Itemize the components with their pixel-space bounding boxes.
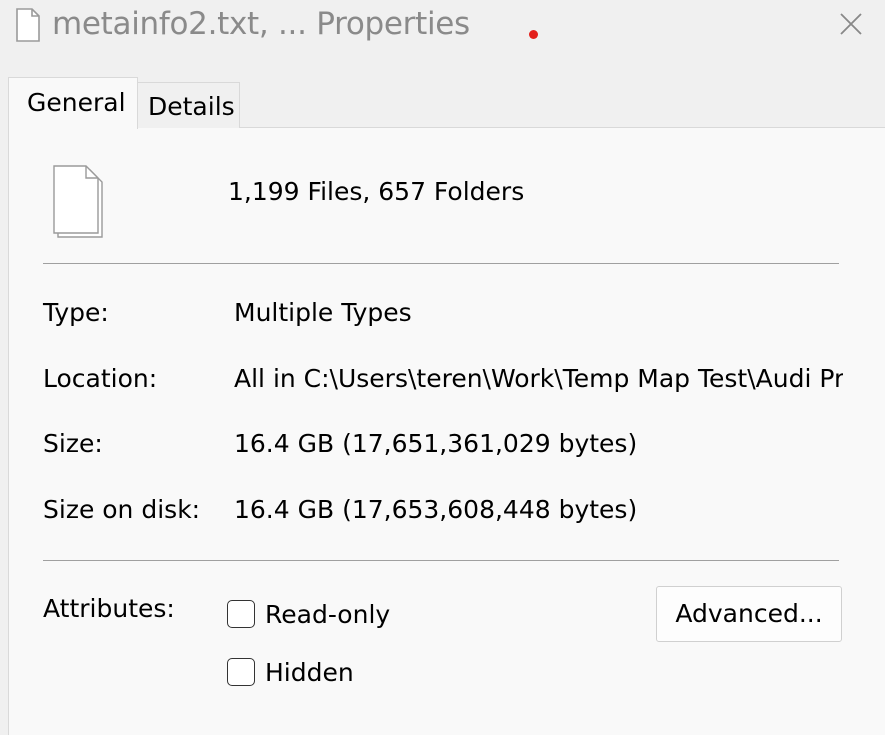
size-label: Size:: [43, 429, 103, 458]
selection-summary: 1,199 Files, 657 Folders: [228, 177, 525, 206]
multiple-documents-icon: [53, 165, 103, 238]
hidden-option[interactable]: Hidden: [227, 655, 354, 689]
location-label: Location:: [43, 364, 158, 393]
size-on-disk-label: Size on disk:: [43, 495, 201, 524]
divider: [43, 263, 839, 264]
window-title: metainfo2.txt, ... Properties: [52, 6, 470, 42]
type-label: Type:: [43, 298, 109, 327]
title-bar[interactable]: metainfo2.txt, ... Properties: [0, 0, 885, 60]
read-only-label[interactable]: Read-only: [265, 600, 390, 629]
cursor-dot: [529, 30, 538, 39]
close-icon: [840, 13, 862, 35]
divider: [43, 560, 839, 561]
type-value: Multiple Types: [234, 298, 412, 327]
location-value[interactable]: All in C:\Users\teren\Work\Temp Map Test…: [234, 364, 843, 393]
advanced-button[interactable]: Advanced...: [656, 586, 842, 642]
hidden-label[interactable]: Hidden: [265, 658, 354, 687]
hidden-checkbox[interactable]: [227, 658, 255, 686]
attributes-label: Attributes:: [43, 594, 175, 623]
size-on-disk-value: 16.4 GB (17,653,608,448 bytes): [234, 495, 638, 524]
read-only-option[interactable]: Read-only: [227, 597, 390, 631]
properties-window: metainfo2.txt, ... Properties General De…: [0, 0, 885, 735]
close-button[interactable]: [826, 0, 876, 50]
document-icon: [16, 8, 40, 42]
size-value: 16.4 GB (17,651,361,029 bytes): [234, 429, 638, 458]
tab-details[interactable]: Details: [137, 82, 240, 128]
tab-general[interactable]: General: [8, 77, 138, 129]
read-only-checkbox[interactable]: [227, 600, 255, 628]
